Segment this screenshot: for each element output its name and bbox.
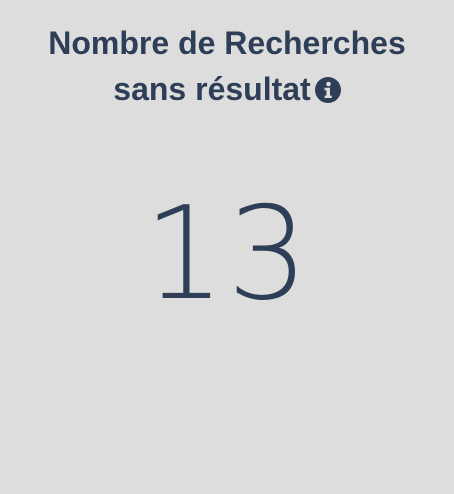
metric-card: Nombre de Recherches sans résultat 13 xyxy=(0,0,454,494)
info-circle-icon[interactable] xyxy=(314,69,341,103)
card-title-line-2: sans résultat xyxy=(113,71,311,107)
card-title-line-1: Nombre de Recherches xyxy=(48,25,406,61)
card-title: Nombre de Recherches sans résultat xyxy=(0,20,454,112)
metric-value: 13 xyxy=(143,180,311,329)
card-title-line-2-wrapper: sans résultat xyxy=(0,66,454,112)
